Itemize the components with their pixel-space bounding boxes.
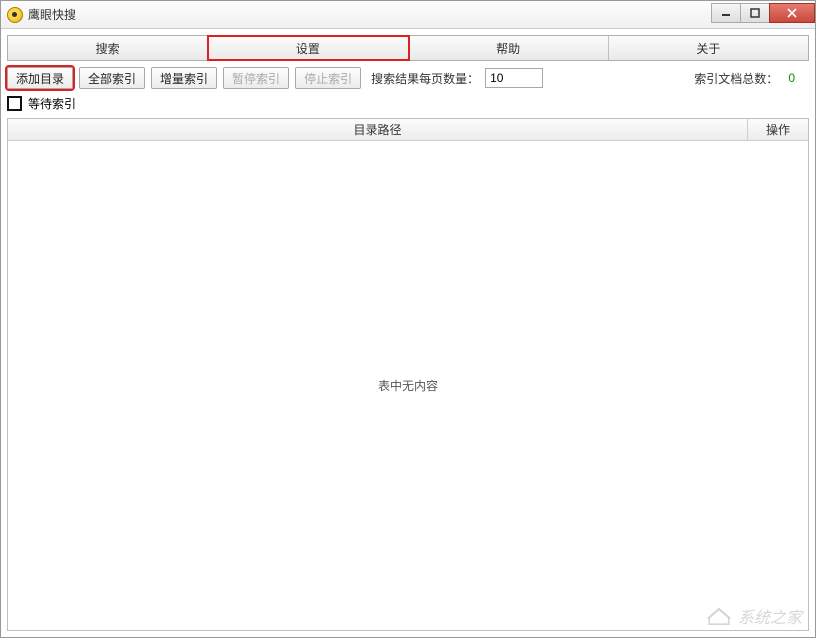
maximize-button[interactable] [740, 3, 770, 23]
tab-help[interactable]: 帮助 [409, 36, 609, 60]
maximize-icon [750, 8, 760, 18]
col-header-operation[interactable]: 操作 [748, 119, 808, 140]
tab-search[interactable]: 搜索 [8, 36, 208, 60]
minimize-icon [721, 8, 731, 18]
close-button[interactable] [769, 3, 815, 23]
results-per-page-label: 搜索结果每页数量： [371, 70, 479, 87]
pause-index-button[interactable]: 暂停索引 [223, 67, 289, 89]
incremental-index-button[interactable]: 增量索引 [151, 67, 217, 89]
titlebar: 鹰眼快搜 [1, 1, 815, 29]
table-header: 目录路径 操作 [8, 119, 808, 141]
directory-table: 目录路径 操作 表中无内容 [7, 118, 809, 631]
toolbar: 添加目录 全部索引 增量索引 暂停索引 停止索引 搜索结果每页数量： 索引文档总… [7, 67, 809, 89]
index-docs-total-label: 索引文档总数： [694, 70, 778, 87]
close-icon [786, 8, 798, 18]
full-index-button[interactable]: 全部索引 [79, 67, 145, 89]
tab-about[interactable]: 关于 [609, 36, 808, 60]
add-directory-button[interactable]: 添加目录 [7, 67, 73, 89]
titlebar-left: 鹰眼快搜 [7, 6, 76, 23]
wait-index-checkbox[interactable] [7, 96, 22, 111]
stop-index-button[interactable]: 停止索引 [295, 67, 361, 89]
app-icon [7, 7, 23, 23]
table-body: 表中无内容 [8, 141, 808, 630]
table-empty-text: 表中无内容 [378, 377, 438, 394]
window-title: 鹰眼快搜 [28, 6, 76, 23]
minimize-button[interactable] [711, 3, 741, 23]
wait-index-row: 等待索引 [7, 95, 809, 112]
wait-index-label: 等待索引 [28, 95, 76, 112]
window-controls [712, 3, 815, 23]
tab-settings[interactable]: 设置 [208, 36, 408, 60]
results-per-page-input[interactable] [485, 68, 543, 88]
app-window: 鹰眼快搜 搜索 设置 帮助 关于 添加目录 全部索引 增量索引 暂停索引 停止 [0, 0, 816, 638]
index-docs-total-value: 0 [788, 71, 795, 85]
content-area: 搜索 设置 帮助 关于 添加目录 全部索引 增量索引 暂停索引 停止索引 搜索结… [1, 29, 815, 637]
tabbar: 搜索 设置 帮助 关于 [7, 35, 809, 61]
col-header-path[interactable]: 目录路径 [8, 119, 748, 140]
